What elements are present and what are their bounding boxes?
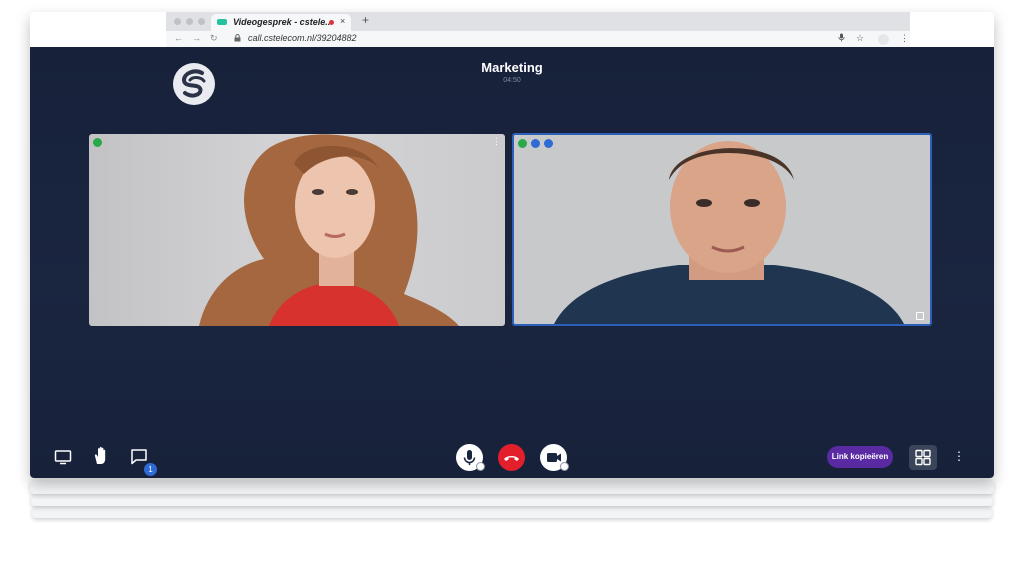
new-tab-button[interactable]: + [362,13,369,27]
participant-tile-2[interactable] [512,133,932,326]
browser-chrome: Videogesprek - cstele.. × + ← → ↻ call.c… [166,12,910,47]
url-text: call.cstelecom.nl/39204882 [248,33,357,43]
video-call-app: Marketing 04:50 ⋮ 1 Link kopieëren ⋮ [30,47,994,478]
mic-button[interactable] [456,444,486,474]
mic-options-chevron-icon[interactable] [476,462,485,471]
call-title: Marketing [481,60,543,75]
favicon-icon [217,19,227,25]
profile-avatar[interactable] [878,34,889,45]
layout-button[interactable] [909,445,937,470]
cstelecom-logo [171,61,217,107]
window-close-dot[interactable] [174,18,181,25]
forward-button[interactable]: → [192,33,201,43]
share-screen-icon [54,450,72,465]
mic-status-icon [544,139,553,148]
camera-options-chevron-icon[interactable] [560,462,569,471]
recording-icon [329,20,334,25]
stack-layer-1 [30,480,994,494]
pin-icon[interactable] [916,312,924,320]
raise-hand-button[interactable] [92,446,110,471]
share-screen-button[interactable] [54,449,72,470]
address-bar[interactable]: call.cstelecom.nl/39204882 [234,33,834,45]
hand-icon [94,446,106,464]
call-timer: 04:50 [503,77,521,84]
signal-strength-icon [518,139,527,148]
tab-close-icon[interactable]: × [340,16,345,26]
browser-tab[interactable]: Videogesprek - cstele.. × [211,14,351,31]
grid-icon [915,449,931,466]
more-options-icon[interactable]: ⋮ [953,449,965,463]
signal-strength-icon [93,138,102,147]
chat-icon [131,449,147,465]
back-button[interactable]: ← [174,33,183,43]
participant-2-video [554,141,904,324]
hangup-icon [504,456,519,461]
address-row: ← → ↻ call.cstelecom.nl/39204882 ☆ ⋮ [166,31,910,47]
window-minimize-dot[interactable] [186,18,193,25]
chat-unread-badge: 1 [144,463,157,476]
mic-permission-icon[interactable] [838,33,845,44]
device-frame: Videogesprek - cstele.. × + ← → ↻ call.c… [30,12,994,478]
lock-icon [234,34,241,44]
tab-title: Videogesprek - cstele.. [233,17,331,27]
window-maximize-dot[interactable] [198,18,205,25]
participant-1-video [199,134,459,326]
bookmark-star-icon[interactable]: ☆ [856,33,864,44]
tab-bar: Videogesprek - cstele.. × + [166,12,910,31]
browser-menu-icon[interactable]: ⋮ [900,33,909,44]
copy-link-button[interactable]: Link kopieëren [827,446,893,468]
screen-share-status-icon [531,139,540,148]
stack-layer-3 [32,506,992,518]
tile-more-icon[interactable]: ⋮ [492,136,501,147]
camera-button[interactable] [540,444,570,474]
reload-button[interactable]: ↻ [210,33,218,44]
participant-tile-1[interactable]: ⋮ [89,134,505,326]
stack-layer-2 [31,494,993,506]
